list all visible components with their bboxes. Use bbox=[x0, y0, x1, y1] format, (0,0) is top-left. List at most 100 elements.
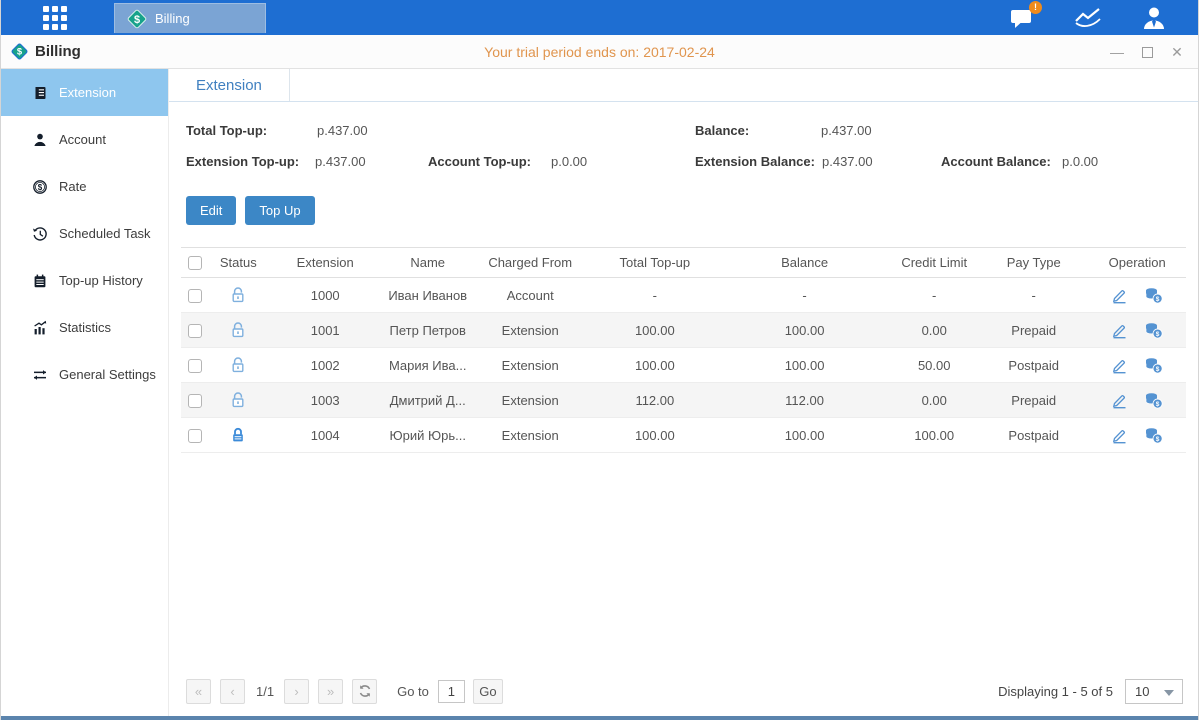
top-up-icon[interactable]: $ bbox=[1144, 427, 1163, 444]
sidebar-item-label: Top-up History bbox=[59, 273, 143, 288]
messages-button[interactable]: ! bbox=[1008, 5, 1036, 31]
edit-icon[interactable] bbox=[1111, 322, 1128, 339]
balance: 100.00 bbox=[720, 428, 890, 443]
taskbar-tab-billing[interactable]: $ Billing bbox=[114, 3, 266, 33]
prev-page-button[interactable]: ‹ bbox=[220, 679, 245, 704]
pay-type: - bbox=[979, 288, 1089, 303]
refresh-button[interactable] bbox=[352, 679, 377, 704]
col-pay-type: Pay Type bbox=[979, 255, 1089, 270]
edit-icon[interactable] bbox=[1111, 427, 1128, 444]
balance: 100.00 bbox=[720, 323, 890, 338]
credit-limit: 0.00 bbox=[890, 323, 979, 338]
status-locked-icon bbox=[229, 426, 247, 444]
balance-label: Balance: bbox=[695, 123, 749, 138]
total-topup: 100.00 bbox=[590, 428, 720, 443]
page-size-select[interactable]: 10 bbox=[1125, 679, 1183, 704]
row-checkbox[interactable] bbox=[188, 289, 202, 303]
edit-icon[interactable] bbox=[1111, 287, 1128, 304]
goto-page-input[interactable] bbox=[438, 680, 465, 703]
monitor-button[interactable] bbox=[1074, 5, 1102, 31]
sidebar-item-scheduled-task[interactable]: Scheduled Task bbox=[1, 210, 168, 257]
row-checkbox[interactable] bbox=[188, 429, 202, 443]
person-icon bbox=[32, 132, 48, 148]
history-clock-icon bbox=[32, 226, 48, 242]
extension-number: 1003 bbox=[265, 393, 385, 408]
app-grid-icon[interactable] bbox=[38, 0, 72, 35]
table-row[interactable]: 1003 Дмитрий Д... Extension 112.00 112.0… bbox=[181, 383, 1186, 418]
balance-value: p.437.00 bbox=[821, 123, 872, 138]
last-page-button[interactable]: » bbox=[318, 679, 343, 704]
extension-name: Мария Ива... bbox=[385, 358, 470, 373]
svg-text:$: $ bbox=[134, 13, 140, 25]
top-up-icon[interactable]: $ bbox=[1144, 392, 1163, 409]
go-button[interactable]: Go bbox=[473, 679, 503, 704]
svg-text:$: $ bbox=[38, 183, 43, 192]
table-row[interactable]: 1002 Мария Ива... Extension 100.00 100.0… bbox=[181, 348, 1186, 383]
charged-from: Extension bbox=[470, 358, 590, 373]
table-row[interactable]: 1000 Иван Иванов Account - - - - $ bbox=[181, 278, 1186, 313]
tab-label: Extension bbox=[196, 77, 262, 94]
maximize-icon[interactable] bbox=[1142, 47, 1153, 58]
tab-extension[interactable]: Extension bbox=[169, 69, 290, 101]
first-page-button[interactable]: « bbox=[186, 679, 211, 704]
top-up-icon[interactable]: $ bbox=[1144, 357, 1163, 374]
billing-app-window: $ Billing ! bbox=[0, 0, 1199, 720]
edit-icon[interactable] bbox=[1111, 392, 1128, 409]
bar-chart-icon bbox=[32, 320, 48, 336]
credit-limit: 100.00 bbox=[890, 428, 979, 443]
select-all-checkbox[interactable] bbox=[188, 256, 202, 270]
pay-type: Postpaid bbox=[979, 358, 1089, 373]
col-name: Name bbox=[385, 255, 470, 270]
extension-name: Юрий Юрь... bbox=[385, 428, 470, 443]
total-topup: 100.00 bbox=[590, 323, 720, 338]
col-charged-from: Charged From bbox=[470, 255, 590, 270]
sidebar-item-label: General Settings bbox=[59, 367, 156, 382]
sidebar-item-general-settings[interactable]: General Settings bbox=[1, 351, 168, 398]
extension-number: 1000 bbox=[265, 288, 385, 303]
total-topup: 112.00 bbox=[590, 393, 720, 408]
extension-balance-label: Extension Balance: bbox=[695, 154, 815, 169]
extension-name: Дмитрий Д... bbox=[385, 393, 470, 408]
charged-from: Extension bbox=[470, 323, 590, 338]
row-checkbox[interactable] bbox=[188, 359, 202, 373]
user-account-button[interactable] bbox=[1140, 5, 1168, 31]
col-status: Status bbox=[211, 255, 265, 270]
top-up-icon[interactable]: $ bbox=[1144, 287, 1163, 304]
person-silhouette-icon bbox=[1141, 5, 1167, 31]
top-up-button[interactable]: Top Up bbox=[245, 196, 314, 225]
account-balance-label: Account Balance: bbox=[941, 154, 1051, 169]
charged-from: Extension bbox=[470, 393, 590, 408]
status-unlocked-icon bbox=[229, 286, 247, 304]
pay-type: Postpaid bbox=[979, 428, 1089, 443]
sidebar-item-statistics[interactable]: Statistics bbox=[1, 304, 168, 351]
status-unlocked-icon bbox=[229, 321, 247, 339]
table-row[interactable]: 1004 Юрий Юрь... Extension 100.00 100.00… bbox=[181, 418, 1186, 453]
charged-from: Extension bbox=[470, 428, 590, 443]
credit-limit: 50.00 bbox=[890, 358, 979, 373]
next-page-button[interactable]: › bbox=[284, 679, 309, 704]
close-icon[interactable]: ✕ bbox=[1170, 45, 1184, 59]
extension-book-icon bbox=[32, 85, 48, 101]
minimize-icon[interactable]: — bbox=[1110, 45, 1124, 59]
chevron-down-icon bbox=[1164, 690, 1174, 696]
status-unlocked-icon bbox=[229, 356, 247, 374]
edit-icon[interactable] bbox=[1111, 357, 1128, 374]
charged-from: Account bbox=[470, 288, 590, 303]
row-checkbox[interactable] bbox=[188, 324, 202, 338]
sidebar-item-rate[interactable]: $ Rate bbox=[1, 163, 168, 210]
row-checkbox[interactable] bbox=[188, 394, 202, 408]
svg-text:$: $ bbox=[1156, 436, 1160, 443]
top-up-icon[interactable]: $ bbox=[1144, 322, 1163, 339]
table-row[interactable]: 1001 Петр Петров Extension 100.00 100.00… bbox=[181, 313, 1186, 348]
edit-button[interactable]: Edit bbox=[186, 196, 236, 225]
total-topup-value: p.437.00 bbox=[317, 123, 368, 138]
sidebar-item-account[interactable]: Account bbox=[1, 116, 168, 163]
displaying-text: Displaying 1 - 5 of 5 bbox=[998, 684, 1113, 699]
ledger-icon bbox=[32, 273, 48, 289]
col-extension: Extension bbox=[265, 255, 385, 270]
sidebar-item-topup-history[interactable]: Top-up History bbox=[1, 257, 168, 304]
credit-limit: - bbox=[890, 288, 979, 303]
sidebar-item-extension[interactable]: Extension bbox=[1, 69, 168, 116]
balance: - bbox=[720, 288, 890, 303]
extension-name: Иван Иванов bbox=[385, 288, 470, 303]
